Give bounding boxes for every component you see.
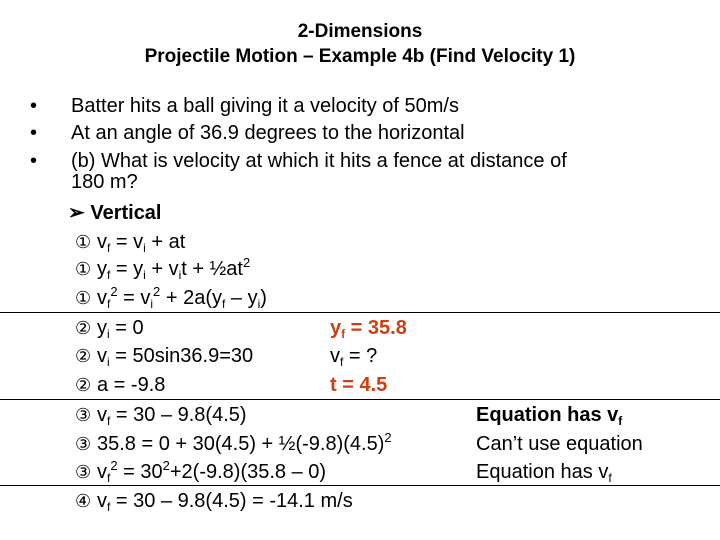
note-row: Can’t use equation [476, 433, 643, 455]
equation-row: ① vf2 = vi2 + 2a(yf – yi) [75, 284, 267, 311]
equation-row: ① vf = vi + at [75, 231, 186, 255]
note-row: Equation has vf [476, 404, 623, 428]
circled-2-icon: ② [75, 318, 92, 338]
solve-row: ③ vf = 30 – 9.8(4.5) [75, 404, 247, 428]
equation-row: ① yf = yi + vit + ½at2 [75, 255, 251, 282]
given-t: t = 4.5 [330, 374, 388, 396]
divider-line [0, 485, 720, 486]
section-heading: ➢ Vertical [68, 201, 162, 225]
bullet-icon: • [30, 150, 38, 172]
given-vf: vf = ? [330, 345, 378, 369]
circled-2-icon: ② [75, 346, 92, 366]
circled-3-icon: ③ [75, 405, 92, 425]
circled-1-icon: ① [75, 232, 92, 252]
note-row: Equation has vf [476, 461, 612, 485]
given-yf: yf = 35.8 [330, 317, 407, 341]
divider-line [0, 399, 720, 400]
circled-3-icon: ③ [75, 462, 92, 482]
section-label: Vertical [90, 202, 162, 224]
bullet-icon: • [30, 95, 38, 117]
circled-3-icon: ③ [75, 434, 92, 454]
given-row: ② vi = 50sin36.9=30 [75, 345, 254, 369]
slide-subtitle: Projectile Motion – Example 4b (Find Vel… [144, 46, 576, 67]
circled-1-icon: ① [75, 259, 92, 279]
arrow-bullet-icon: ➢ [68, 202, 85, 224]
given-row: ②a = -9.8 [75, 374, 166, 396]
bullet-text: Batter hits a ball giving it a velocity … [71, 95, 459, 117]
result-row: ④ vf = 30 – 9.8(4.5) = -14.1 m/s [75, 490, 353, 514]
bullet-text: (b) What is velocity at which it hits a … [71, 150, 567, 172]
circled-4-icon: ④ [75, 491, 92, 511]
slide-title: 2-Dimensions [297, 21, 423, 42]
bullet-text: At an angle of 36.9 degrees to the horiz… [71, 122, 465, 144]
given-row: ② yi = 0 [75, 317, 144, 341]
bullet-icon: • [30, 122, 38, 144]
circled-2-icon: ② [75, 375, 92, 395]
solve-row: ③ 35.8 = 0 + 30(4.5) + ½(-9.8)(4.5)2 [75, 430, 392, 455]
divider-line [0, 312, 720, 313]
circled-1-icon: ① [75, 288, 92, 308]
solve-row: ③ vf2 = 302+2(-9.8)(35.8 – 0) [75, 458, 327, 485]
